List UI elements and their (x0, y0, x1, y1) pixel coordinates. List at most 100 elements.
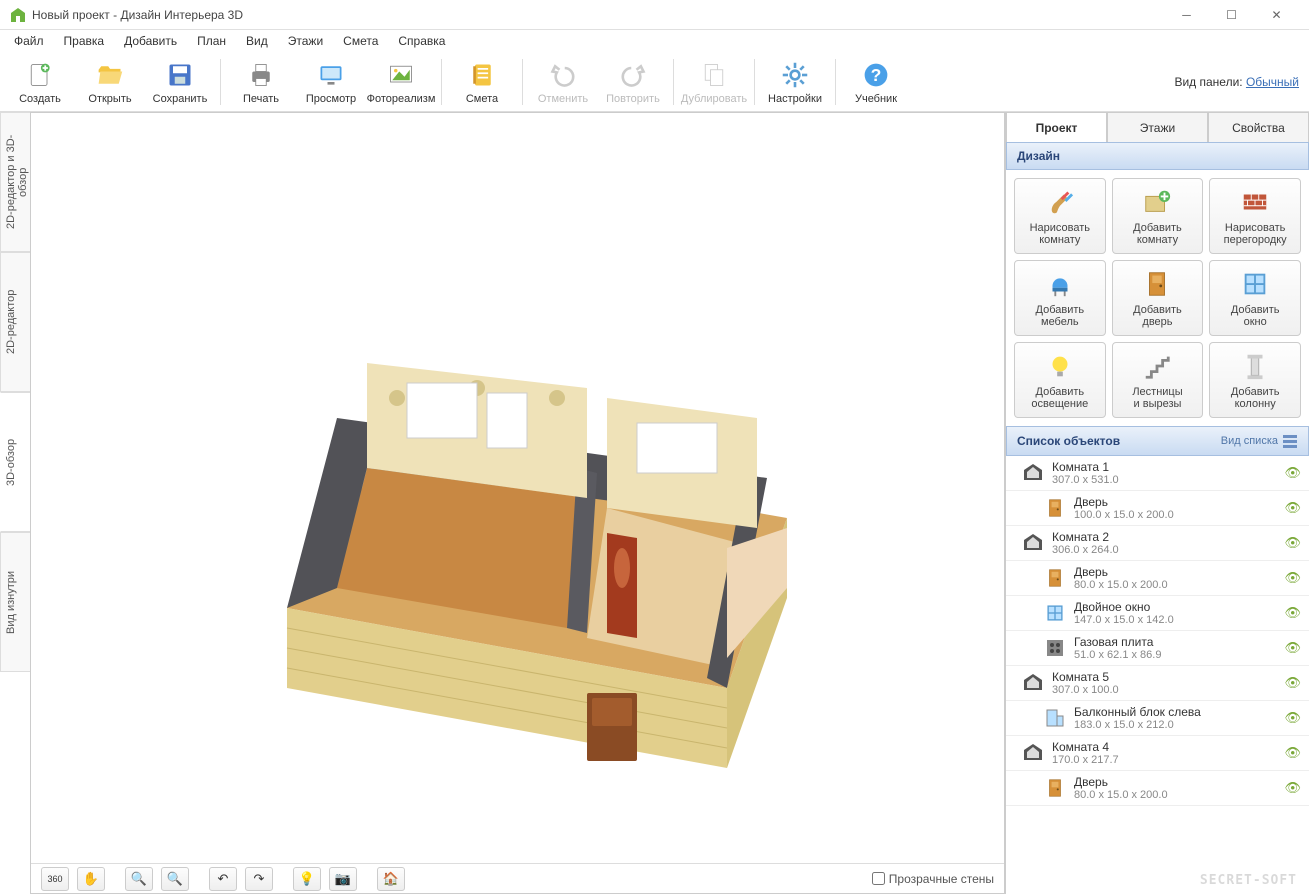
toolbar-separator (220, 59, 221, 105)
redo-button: Повторить (603, 59, 663, 105)
add-furniture-button[interactable]: Добавитьмебель (1014, 260, 1106, 336)
add-door-label: Добавитьдверь (1133, 304, 1182, 328)
vtool-pan[interactable]: ✋ (77, 867, 105, 891)
menu-add[interactable]: Добавить (116, 32, 185, 50)
stairs-button[interactable]: Лестницыи вырезы (1112, 342, 1204, 418)
vtool-zoom-in[interactable]: 🔍 (125, 867, 153, 891)
door-icon (1044, 497, 1066, 519)
stairs-label: Лестницыи вырезы (1132, 386, 1182, 410)
draw-room-label: Нарисоватькомнату (1030, 222, 1090, 246)
design-section-header: Дизайн (1006, 142, 1309, 170)
visibility-eye-icon[interactable]: 👁 (1284, 535, 1301, 551)
visibility-eye-icon[interactable]: 👁 (1284, 745, 1301, 761)
menu-floors[interactable]: Этажи (280, 32, 331, 50)
visibility-eye-icon[interactable]: 👁 (1284, 640, 1301, 656)
vtool-rotate-right[interactable]: ↷ (245, 867, 273, 891)
object-row[interactable]: Комната 2306.0 x 264.0👁 (1006, 526, 1309, 561)
object-row[interactable]: Газовая плита51.0 x 62.1 x 86.9👁 (1006, 631, 1309, 666)
object-row[interactable]: Комната 1307.0 x 531.0👁 (1006, 456, 1309, 491)
add-room-button[interactable]: Добавитькомнату (1112, 178, 1204, 254)
panel-view-mode: Вид панели: Обычный (1174, 75, 1299, 89)
object-dimensions: 80.0 x 15.0 x 200.0 (1074, 789, 1168, 801)
vtool-rotate-left[interactable]: ↶ (209, 867, 237, 891)
object-row[interactable]: Дверь100.0 x 15.0 x 200.0👁 (1006, 491, 1309, 526)
vtool-zoom-out[interactable]: 🔍 (161, 867, 189, 891)
photorealism-button[interactable]: Фотореализм (371, 59, 431, 105)
estimate-button[interactable]: Смета (452, 59, 512, 105)
menu-estimate[interactable]: Смета (335, 32, 386, 50)
object-row[interactable]: Комната 4170.0 x 217.7👁 (1006, 736, 1309, 771)
folder-open-icon (96, 59, 124, 91)
chair-icon (1045, 268, 1075, 300)
add-window-button[interactable]: Добавитьокно (1209, 260, 1301, 336)
visibility-eye-icon[interactable]: 👁 (1284, 710, 1301, 726)
menu-help[interactable]: Справка (390, 32, 453, 50)
design-header-label: Дизайн (1017, 149, 1060, 163)
object-name: Комната 4 (1052, 740, 1119, 754)
menu-bar: Файл Правка Добавить План Вид Этажи Смет… (0, 30, 1309, 52)
visibility-eye-icon[interactable]: 👁 (1284, 500, 1301, 516)
create-button[interactable]: Создать (10, 59, 70, 105)
printer-icon (247, 59, 275, 91)
visibility-eye-icon[interactable]: 👁 (1284, 465, 1301, 481)
object-row[interactable]: Двойное окно147.0 x 15.0 x 142.0👁 (1006, 596, 1309, 631)
render-3d-area[interactable] (31, 113, 1004, 863)
create-label: Создать (19, 93, 61, 105)
side-tab-2d-3d[interactable]: 2D-редактор и 3D-обзор (0, 112, 30, 252)
add-light-button[interactable]: Добавитьосвещение (1014, 342, 1106, 418)
panel-tab-floors[interactable]: Этажи (1107, 112, 1208, 142)
object-name: Балконный блок слева (1074, 705, 1201, 719)
side-tab-2d[interactable]: 2D-редактор (0, 252, 30, 392)
print-button[interactable]: Печать (231, 59, 291, 105)
object-row[interactable]: Дверь80.0 x 15.0 x 200.0👁 (1006, 561, 1309, 596)
object-row[interactable]: Дверь80.0 x 15.0 x 200.0👁 (1006, 771, 1309, 806)
object-dimensions: 307.0 x 100.0 (1052, 684, 1119, 696)
vtool-camera[interactable]: 📷 (329, 867, 357, 891)
vtool-light[interactable]: 💡 (293, 867, 321, 891)
file-new-icon (26, 59, 54, 91)
door-icon (1142, 268, 1172, 300)
visibility-eye-icon[interactable]: 👁 (1284, 605, 1301, 621)
add-column-button[interactable]: Добавитьколонну (1209, 342, 1301, 418)
object-row[interactable]: Балконный блок слева183.0 x 15.0 x 212.0… (1006, 701, 1309, 736)
object-row[interactable]: Комната 5307.0 x 100.0👁 (1006, 666, 1309, 701)
estimate-label: Смета (466, 93, 498, 105)
add-light-label: Добавитьосвещение (1031, 386, 1088, 410)
stove-icon (1044, 637, 1066, 659)
close-button[interactable]: ✕ (1254, 0, 1299, 30)
panel-tab-properties[interactable]: Свойства (1208, 112, 1309, 142)
visibility-eye-icon[interactable]: 👁 (1284, 675, 1301, 691)
tutorial-button[interactable]: ?Учебник (846, 59, 906, 105)
menu-file[interactable]: Файл (6, 32, 52, 50)
menu-edit[interactable]: Правка (56, 32, 113, 50)
minimize-button[interactable]: ─ (1164, 0, 1209, 30)
preview-button[interactable]: Просмотр (301, 59, 361, 105)
maximize-button[interactable]: ☐ (1209, 0, 1254, 30)
menu-plan[interactable]: План (189, 32, 234, 50)
list-view-icon[interactable] (1282, 433, 1298, 449)
open-button[interactable]: Открыть (80, 59, 140, 105)
add-furniture-label: Добавитьмебель (1036, 304, 1085, 328)
vtool-360[interactable]: 360 (41, 867, 69, 891)
toolbar-separator (835, 59, 836, 105)
list-view-mode-link[interactable]: Вид списка (1221, 435, 1278, 447)
draw-room-button[interactable]: Нарисоватькомнату (1014, 178, 1106, 254)
transparent-walls-input[interactable] (872, 872, 885, 885)
settings-button[interactable]: Настройки (765, 59, 825, 105)
side-tab-3d[interactable]: 3D-обзор (0, 392, 30, 532)
visibility-eye-icon[interactable]: 👁 (1284, 780, 1301, 796)
panel-tab-project[interactable]: Проект (1006, 112, 1107, 142)
draw-partition-button[interactable]: Нарисоватьперегородку (1209, 178, 1301, 254)
menu-view[interactable]: Вид (238, 32, 276, 50)
vtool-home[interactable]: 🏠 (377, 867, 405, 891)
side-tab-inside[interactable]: Вид изнутри (0, 532, 30, 672)
object-name: Комната 1 (1052, 460, 1119, 474)
panel-view-link[interactable]: Обычный (1246, 75, 1299, 89)
design-buttons-grid: Нарисоватькомнату ДобавитькомнатуНарисова… (1006, 170, 1309, 426)
add-door-button[interactable]: Добавитьдверь (1112, 260, 1204, 336)
transparent-walls-checkbox[interactable]: Прозрачные стены (872, 872, 994, 886)
visibility-eye-icon[interactable]: 👁 (1284, 570, 1301, 586)
object-dimensions: 306.0 x 264.0 (1052, 544, 1119, 556)
save-button[interactable]: Сохранить (150, 59, 210, 105)
toolbar-separator (522, 59, 523, 105)
